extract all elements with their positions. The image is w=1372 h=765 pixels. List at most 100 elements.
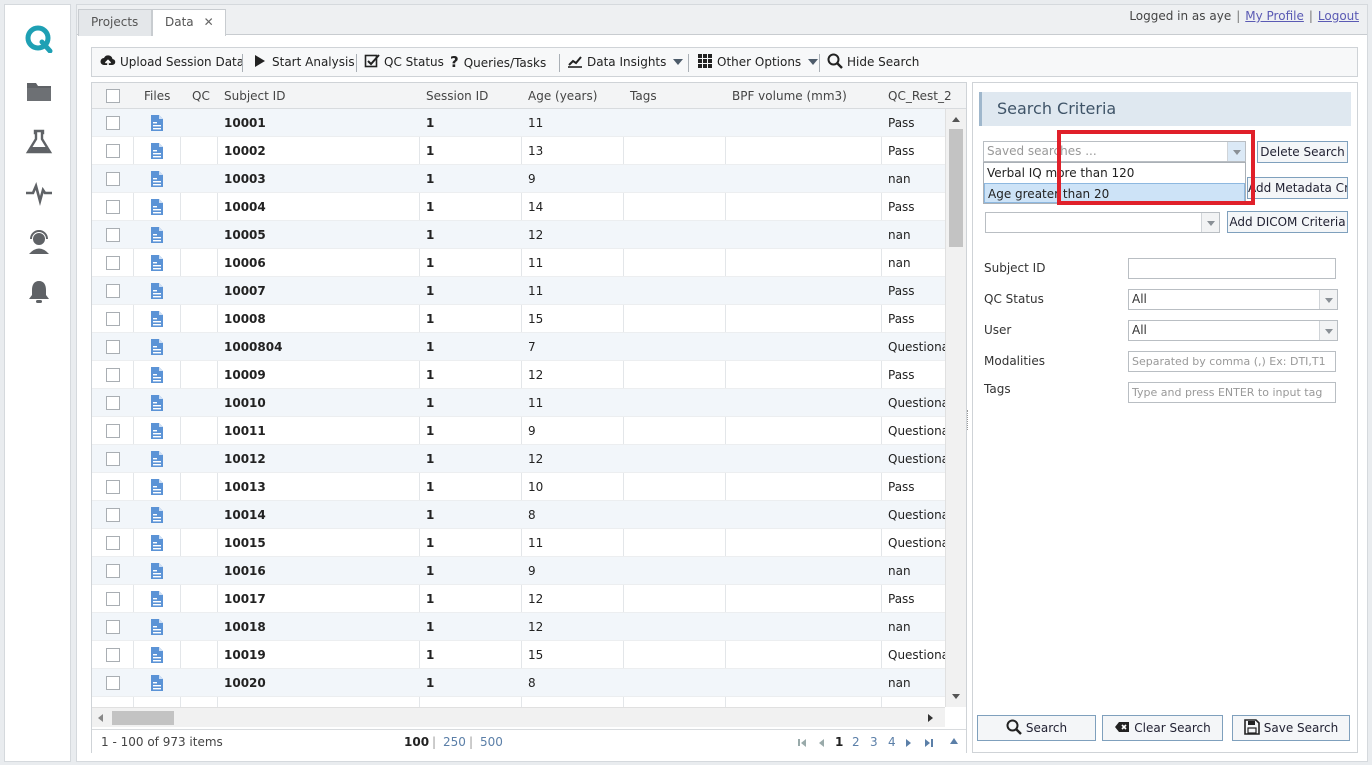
- file-document-icon[interactable]: [150, 647, 164, 663]
- file-document-icon[interactable]: [150, 311, 164, 327]
- header-qc-rest-2[interactable]: QC_Rest_2: [888, 83, 952, 109]
- table-row[interactable]: 10013 1 10 Pass: [92, 473, 945, 501]
- row-checkbox[interactable]: [106, 312, 120, 326]
- page-4[interactable]: 4: [888, 735, 896, 749]
- chevron-down-icon[interactable]: [1319, 290, 1337, 309]
- row-checkbox[interactable]: [106, 256, 120, 270]
- other-options-button[interactable]: Other Options: [697, 48, 819, 76]
- vertical-scroll-thumb[interactable]: [949, 129, 963, 247]
- table-row[interactable]: 10014 1 8 Questiona: [92, 501, 945, 529]
- chevron-down-icon[interactable]: [1201, 213, 1219, 232]
- header-files[interactable]: Files: [144, 83, 170, 109]
- row-checkbox[interactable]: [106, 564, 120, 578]
- file-document-icon[interactable]: [150, 395, 164, 411]
- modalities-input[interactable]: Separated by comma (,) Ex: DTI,T1: [1128, 351, 1336, 372]
- vertical-scrollbar[interactable]: [945, 109, 966, 707]
- file-document-icon[interactable]: [150, 451, 164, 467]
- table-row[interactable]: 10016 1 9 nan: [92, 557, 945, 585]
- logout-link[interactable]: Logout: [1318, 9, 1359, 23]
- close-tab-icon[interactable]: ✕: [204, 15, 214, 29]
- row-checkbox[interactable]: [106, 368, 120, 382]
- row-checkbox[interactable]: [106, 424, 120, 438]
- table-row[interactable]: 10005 1 12 nan: [92, 221, 945, 249]
- table-row[interactable]: 1000804 1 7 Questiona: [92, 333, 945, 361]
- scroll-top-icon[interactable]: [950, 738, 958, 744]
- row-checkbox[interactable]: [106, 340, 120, 354]
- table-row[interactable]: 10011 1 9 Questiona: [92, 417, 945, 445]
- file-document-icon[interactable]: [150, 199, 164, 215]
- subject-id-input[interactable]: [1128, 258, 1336, 279]
- file-document-icon[interactable]: [150, 591, 164, 607]
- file-document-icon[interactable]: [150, 227, 164, 243]
- page-size-500[interactable]: 500: [480, 735, 503, 749]
- start-analysis-button[interactable]: Start Analysis: [252, 48, 355, 76]
- page-size-100[interactable]: 100: [404, 735, 429, 749]
- next-page-icon[interactable]: [906, 739, 911, 747]
- save-search-button[interactable]: Save Search: [1232, 715, 1350, 741]
- scroll-left-icon[interactable]: [98, 714, 103, 722]
- tags-input[interactable]: Type and press ENTER to input tag: [1128, 382, 1336, 403]
- bell-icon[interactable]: [25, 278, 53, 306]
- row-checkbox[interactable]: [106, 172, 120, 186]
- clear-search-button[interactable]: Clear Search: [1102, 715, 1223, 741]
- scroll-right-icon[interactable]: [928, 714, 933, 722]
- support-agent-icon[interactable]: [25, 228, 53, 256]
- page-2[interactable]: 2: [852, 735, 860, 749]
- table-row[interactable]: 10004 1 14 Pass: [92, 193, 945, 221]
- file-document-icon[interactable]: [150, 479, 164, 495]
- table-row[interactable]: 10010 1 11 Questiona: [92, 389, 945, 417]
- header-age[interactable]: Age (years): [528, 83, 597, 109]
- q-logo-icon[interactable]: [25, 25, 53, 53]
- row-checkbox[interactable]: [106, 676, 120, 690]
- table-row[interactable]: 10007 1 11 Pass: [92, 277, 945, 305]
- row-checkbox[interactable]: [106, 592, 120, 606]
- search-button[interactable]: Search: [977, 715, 1096, 741]
- page-3[interactable]: 3: [870, 735, 878, 749]
- hide-search-button[interactable]: Hide Search: [827, 48, 919, 76]
- scroll-down-icon[interactable]: [952, 694, 960, 699]
- file-document-icon[interactable]: [150, 171, 164, 187]
- horizontal-scroll-thumb[interactable]: [112, 711, 174, 725]
- file-document-icon[interactable]: [150, 675, 164, 691]
- page-size-250[interactable]: 250: [443, 735, 466, 749]
- horizontal-scrollbar[interactable]: [92, 707, 945, 727]
- file-document-icon[interactable]: [150, 255, 164, 271]
- file-document-icon[interactable]: [150, 339, 164, 355]
- tab-projects[interactable]: Projects: [78, 9, 152, 36]
- row-checkbox[interactable]: [106, 648, 120, 662]
- file-document-icon[interactable]: [150, 423, 164, 439]
- dicom-criteria-dropdown[interactable]: [985, 212, 1220, 233]
- queries-tasks-button[interactable]: ? Queries/Tasks: [450, 48, 546, 76]
- row-checkbox[interactable]: [106, 508, 120, 522]
- table-row[interactable]: 10009 1 12 Pass: [92, 361, 945, 389]
- first-page-icon[interactable]: [798, 739, 806, 747]
- row-checkbox[interactable]: [106, 144, 120, 158]
- flask-icon[interactable]: [25, 128, 53, 156]
- upload-session-button[interactable]: Upload Session Data: [100, 48, 244, 76]
- row-checkbox[interactable]: [106, 536, 120, 550]
- table-row[interactable]: 10017 1 12 Pass: [92, 585, 945, 613]
- row-checkbox[interactable]: [106, 200, 120, 214]
- qc-status-select[interactable]: All: [1128, 289, 1338, 310]
- add-metadata-criteria-button[interactable]: Add Metadata Criteria: [1247, 177, 1348, 199]
- header-session-id[interactable]: Session ID: [426, 83, 488, 109]
- header-subject-id[interactable]: Subject ID: [224, 83, 285, 109]
- header-qc[interactable]: QC: [192, 83, 210, 109]
- table-row[interactable]: 10008 1 15 Pass: [92, 305, 945, 333]
- table-row[interactable]: 10015 1 11 Questiona: [92, 529, 945, 557]
- tab-data[interactable]: Data ✕: [152, 9, 226, 36]
- row-checkbox[interactable]: [106, 228, 120, 242]
- file-document-icon[interactable]: [150, 283, 164, 299]
- page-1[interactable]: 1: [835, 735, 843, 749]
- row-checkbox[interactable]: [106, 452, 120, 466]
- table-row[interactable]: 10012 1 12 Questiona: [92, 445, 945, 473]
- activity-icon[interactable]: [25, 179, 53, 207]
- qc-status-button[interactable]: QC Status: [364, 48, 444, 76]
- my-profile-link[interactable]: My Profile: [1245, 9, 1304, 23]
- table-row[interactable]: 10020 1 8 nan: [92, 669, 945, 697]
- header-tags[interactable]: Tags: [630, 83, 657, 109]
- chevron-down-icon[interactable]: [1319, 321, 1337, 340]
- row-checkbox[interactable]: [106, 396, 120, 410]
- file-document-icon[interactable]: [150, 563, 164, 579]
- table-row[interactable]: 10018 1 12 nan: [92, 613, 945, 641]
